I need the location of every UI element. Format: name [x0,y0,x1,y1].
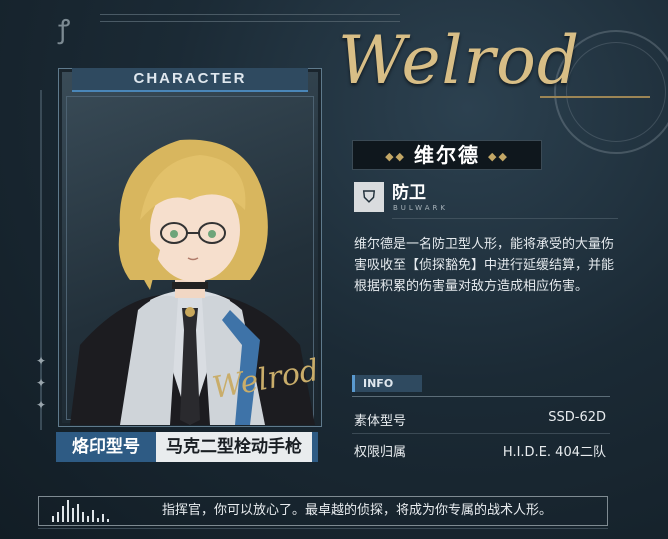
voice-line-text: 指挥官，你可以放心了。最卓越的侦探，将成为你专属的战术人形。 [162,503,553,518]
info-tag: INFO [352,375,422,392]
title-flourish [540,96,650,98]
role-label-english: BULWARK [393,204,448,212]
info-row: 权限归属 H.I.D.E. 404二队 [352,441,610,465]
star-decoration-icons: ✦ ✦ ✦ [36,354,47,412]
info-row: 素体型号 SSD-62D [352,410,610,434]
audio-waveform-icon[interactable] [52,500,112,522]
info-key: 权限归属 [354,445,407,460]
character-name-chinese-box: ◆◆ 维尔德 ◆◆ [352,140,542,170]
diamond-right-icon: ◆◆ [488,149,509,163]
info-row-separator [352,433,610,434]
character-name-chinese: 维尔德 [414,143,480,167]
weapon-name: 马克二型栓动手枪 [156,432,318,462]
info-key: 素体型号 [354,414,407,429]
info-divider [352,396,610,397]
character-description: 维尔德是一名防卫型人形，能将承受的大量伤害吸收至【侦探豁免】中进行延缓结算，并能… [354,237,615,294]
diamond-left-icon: ◆◆ [385,149,406,163]
shield-icon: ⛉ [354,182,384,212]
info-value: SSD-62D [548,410,606,425]
bottom-divider [38,528,608,529]
character-name-english: Welrod [338,22,581,99]
card-header: CHARACTER [72,68,308,92]
weapon-type-label: 烙印型号 [56,432,156,462]
role-label-chinese: 防卫 [392,183,426,203]
role-divider [392,218,618,219]
info-value: H.I.D.E. 404二队 [502,445,606,460]
logo-icon: ꝭ [58,15,71,45]
